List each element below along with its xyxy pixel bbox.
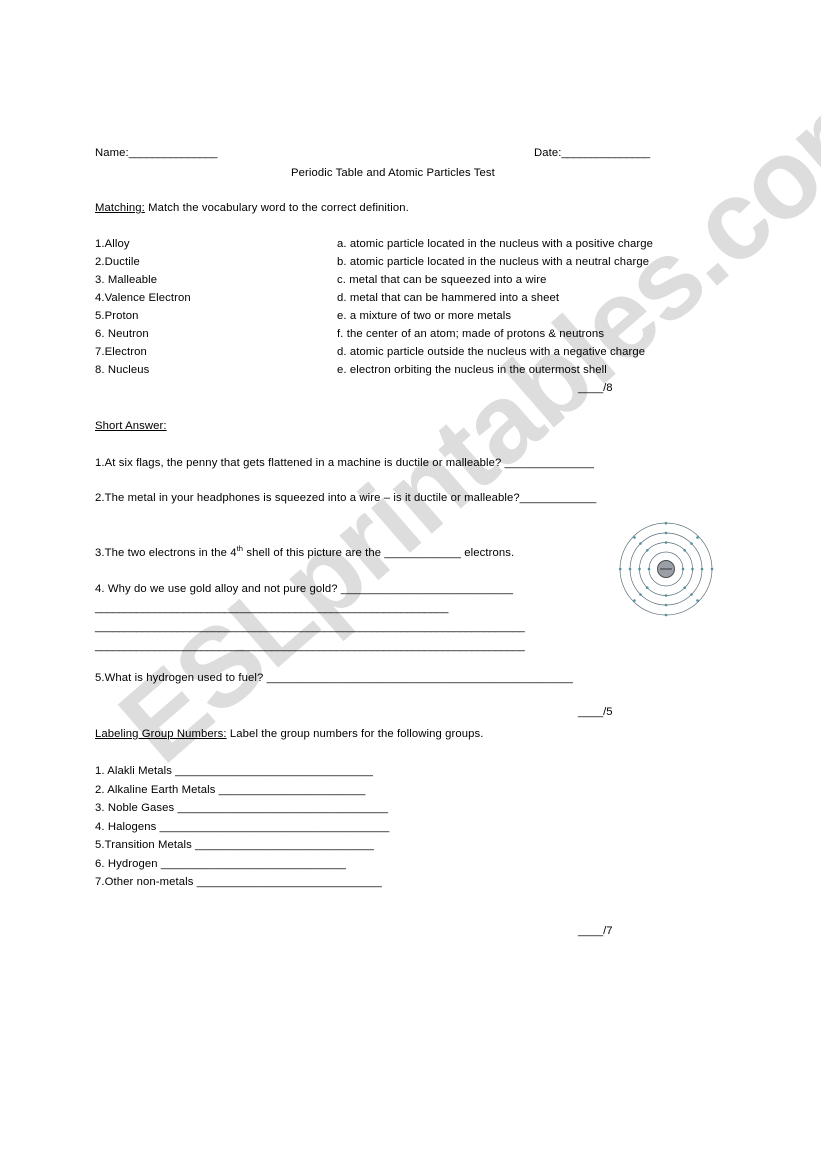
- matching-terms-column: 1.Alloy 2.Ductile 3. Malleable 4.Valence…: [95, 237, 191, 381]
- short-answer-section-label: Short Answer:: [95, 420, 167, 432]
- worksheet-page: ESLprintables.com Name:_______________ D…: [0, 0, 821, 1169]
- list-item[interactable]: 3. Noble Gases _________________________…: [95, 801, 389, 820]
- labeling-section-heading: Labeling Group Numbers: Label the group …: [95, 727, 484, 741]
- list-item: 1.Alloy: [95, 238, 130, 250]
- matching-section-label: Matching:: [95, 202, 145, 214]
- question-3-text-after: shell of this picture are the __________…: [243, 546, 515, 559]
- labeling-items-list: 1. Alakli Metals _______________________…: [95, 764, 389, 894]
- labeling-section-label: Labeling Group Numbers:: [95, 728, 227, 740]
- list-item: 7.Electron: [95, 346, 147, 358]
- worksheet-content: Name:_______________ Date:______________…: [0, 0, 821, 1169]
- list-item: b. atomic particle located in the nucleu…: [337, 256, 650, 268]
- bohr-model-atom-icon: [618, 521, 714, 617]
- list-item: 6. Neutron: [95, 328, 149, 340]
- matching-instructions: Match the vocabulary word to the correct…: [144, 202, 409, 214]
- list-item[interactable]: 6. Hydrogen ____________________________…: [95, 857, 389, 876]
- short-answer-score-blank[interactable]: ____/5: [578, 706, 613, 718]
- list-item: 8. Nucleus: [95, 364, 150, 376]
- date-label: Date:: [534, 147, 562, 159]
- matching-definitions-column: a. atomic particle located in the nucleu…: [337, 237, 653, 381]
- short-answer-question-4[interactable]: 4. Why do we use gold alloy and not pure…: [95, 582, 513, 596]
- answer-line[interactable]: ________________________________________…: [95, 639, 525, 653]
- matching-section-heading: Matching: Match the vocabulary word to t…: [95, 201, 409, 215]
- list-item[interactable]: 1. Alakli Metals _______________________…: [95, 764, 389, 783]
- answer-line[interactable]: ________________________________________…: [95, 620, 525, 634]
- list-item: e. electron orbiting the nucleus in the …: [337, 364, 607, 376]
- page-title: Periodic Table and Atomic Particles Test: [291, 167, 495, 179]
- list-item: 2.Ductile: [95, 256, 140, 268]
- list-item[interactable]: 5.Transition Metals ____________________…: [95, 838, 389, 857]
- list-item[interactable]: 4. Halogens ____________________________…: [95, 820, 389, 839]
- question-3-text-before: 3.The two electrons in the 4: [95, 546, 237, 559]
- name-label: Name:: [95, 147, 129, 159]
- date-blank[interactable]: _______________: [562, 147, 651, 159]
- labeling-score-blank[interactable]: ____/7: [578, 925, 613, 937]
- short-answer-question-5[interactable]: 5.What is hydrogen used to fuel? _______…: [95, 671, 573, 685]
- list-item[interactable]: 2. Alkaline Earth Metals _______________…: [95, 783, 389, 802]
- name-field: Name:_______________: [95, 146, 217, 160]
- list-item: c. metal that can be squeezed into a wir…: [337, 274, 547, 286]
- list-item[interactable]: 7.Other non-metals _____________________…: [95, 875, 389, 894]
- list-item: d. atomic particle outside the nucleus w…: [337, 346, 646, 358]
- list-item: 3. Malleable: [95, 274, 158, 286]
- matching-score-blank[interactable]: ____/8: [578, 382, 613, 394]
- list-item: f. the center of an atom; made of proton…: [337, 328, 605, 340]
- short-answer-question-3[interactable]: 3.The two electrons in the 4th shell of …: [95, 544, 514, 560]
- short-answer-question-2[interactable]: 2.The metal in your headphones is squeez…: [95, 491, 596, 505]
- date-field: Date:_______________: [534, 146, 650, 160]
- list-item: e. a mixture of two or more metals: [337, 310, 512, 322]
- list-item: d. metal that can be hammered into a she…: [337, 292, 560, 304]
- name-blank[interactable]: _______________: [129, 147, 218, 159]
- list-item: 4.Valence Electron: [95, 292, 191, 304]
- list-item: 5.Proton: [95, 310, 139, 322]
- answer-line[interactable]: ________________________________________…: [95, 601, 448, 615]
- labeling-instructions: Label the group numbers for the followin…: [226, 728, 484, 740]
- short-answer-question-1[interactable]: 1.At six flags, the penny that gets flat…: [95, 456, 594, 470]
- list-item: a. atomic particle located in the nucleu…: [337, 238, 653, 250]
